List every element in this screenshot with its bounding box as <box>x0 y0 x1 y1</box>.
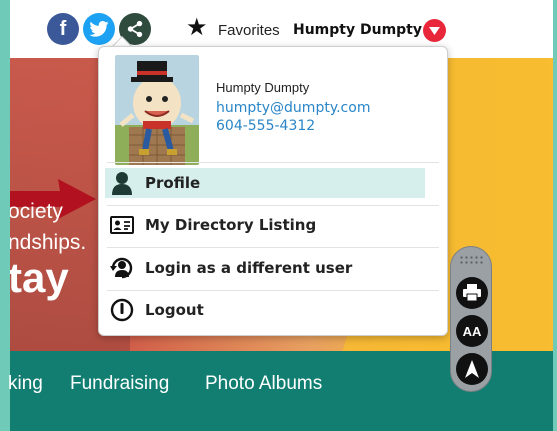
user-dropdown-menu: Humpty Dumpty humpty@dumpty.com 604-555-… <box>98 46 448 336</box>
print-icon[interactable] <box>456 277 488 309</box>
twitter-icon[interactable] <box>83 13 115 45</box>
menu-item-label: Login as a different user <box>145 259 353 277</box>
accessibility-toolbar[interactable]: AA <box>450 246 492 392</box>
divider <box>107 247 439 248</box>
dropdown-user-email[interactable]: humpty@dumpty.com <box>216 100 370 116</box>
dropdown-user-phone[interactable]: 604-555-4312 <box>216 118 315 134</box>
chevron-down-icon[interactable] <box>423 19 446 42</box>
text-size-icon[interactable]: AA <box>456 315 488 347</box>
hero-text-line1: ociety <box>10 200 63 223</box>
menu-item-label: Logout <box>145 301 204 319</box>
hero-text-line2: ndships. <box>10 231 87 254</box>
dropdown-user-name: Humpty Dumpty <box>216 80 310 95</box>
favorites-link[interactable]: Favorites <box>218 22 280 39</box>
menu-item-login-different-user[interactable]: Login as a different user <box>105 253 425 283</box>
menu-item-profile[interactable]: Profile <box>105 168 425 198</box>
divider <box>107 205 439 206</box>
nav-item-fundraising[interactable]: Fundraising <box>70 373 169 395</box>
star-icon[interactable]: ★ <box>186 15 208 39</box>
navigate-up-icon[interactable] <box>456 353 488 385</box>
text-size-label: AA <box>462 323 482 339</box>
menu-item-directory-listing[interactable]: My Directory Listing <box>105 210 425 240</box>
id-card-icon <box>107 216 137 234</box>
nav-item-photo-albums[interactable]: Photo Albums <box>205 373 322 395</box>
avatar <box>115 55 199 165</box>
menu-item-label: Profile <box>145 174 201 192</box>
divider <box>107 162 439 163</box>
nav-item-king[interactable]: king <box>8 373 43 395</box>
divider <box>107 290 439 291</box>
hero-text-line3: tay <box>10 254 69 301</box>
user-menu-name[interactable]: Humpty Dumpty <box>293 22 422 38</box>
switch-user-icon <box>107 255 137 281</box>
page-frame-right <box>553 0 557 431</box>
power-icon <box>107 298 137 322</box>
menu-item-label: My Directory Listing <box>145 216 317 234</box>
person-icon <box>107 171 137 195</box>
drag-handle-icon[interactable] <box>459 255 485 265</box>
menu-item-logout[interactable]: Logout <box>105 295 425 325</box>
page-frame-left <box>0 0 10 431</box>
facebook-icon[interactable]: f <box>47 13 79 45</box>
